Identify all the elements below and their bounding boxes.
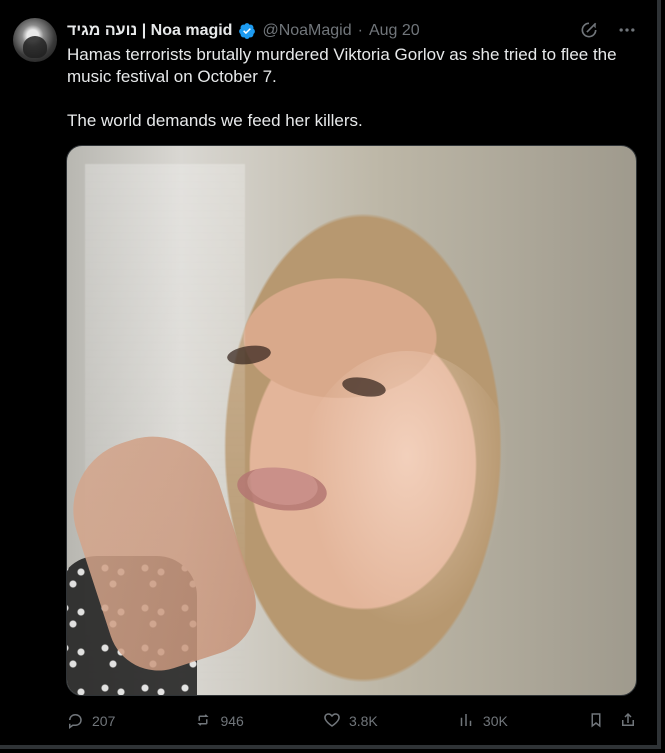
like-button[interactable]: 3.8K	[323, 711, 378, 732]
avatar[interactable]	[13, 18, 57, 62]
reply-button[interactable]: 207	[66, 711, 115, 732]
grok-icon[interactable]	[577, 18, 601, 42]
tweet-action-bar: 207 946 3.8K 30K	[66, 704, 637, 738]
tweet-header: נועה מגיד | Noa magid @NoaMagid · Aug 20	[67, 20, 555, 42]
tweet-text: Hamas terrorists brutally murdered Vikto…	[67, 44, 637, 132]
image-face-highlight	[292, 351, 522, 651]
views-icon	[457, 711, 475, 732]
tweet-secondary-actions	[587, 711, 637, 732]
separator-dot: ·	[357, 22, 363, 39]
share-icon[interactable]	[619, 711, 637, 732]
author-display-name[interactable]: נועה מגיד | Noa magid	[67, 22, 232, 40]
tweet-text-line-1: Hamas terrorists brutally murdered Vikto…	[67, 45, 617, 86]
repost-button[interactable]: 946	[194, 711, 244, 732]
image-left-eye	[225, 343, 273, 367]
views-button[interactable]: 30K	[457, 711, 508, 732]
tweet-date[interactable]: Aug 20	[369, 22, 420, 40]
more-icon[interactable]	[615, 18, 639, 42]
tweet-image[interactable]	[66, 145, 637, 696]
repost-count: 946	[220, 713, 244, 729]
tweet-text-line-2: The world demands we feed her killers.	[67, 111, 363, 130]
bookmark-icon[interactable]	[587, 711, 605, 732]
tweet-top-actions	[577, 18, 639, 42]
like-count: 3.8K	[348, 713, 378, 729]
reply-icon	[66, 711, 84, 732]
view-count: 30K	[482, 713, 508, 729]
reply-count: 207	[92, 713, 116, 729]
author-handle[interactable]: @NoaMagid	[262, 22, 351, 40]
repost-icon	[194, 711, 212, 732]
verified-badge-icon	[238, 22, 256, 40]
like-icon	[323, 711, 341, 732]
